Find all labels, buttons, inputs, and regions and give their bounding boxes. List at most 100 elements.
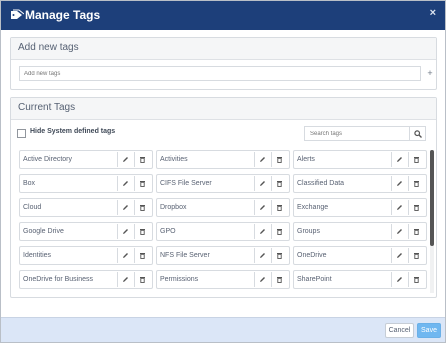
search-icon: [414, 130, 422, 138]
tag-item: OneDrive: [293, 246, 427, 265]
edit-tag-button[interactable]: [117, 152, 133, 167]
modal-header: Manage Tags ×: [1, 1, 445, 30]
current-tags-heading: Current Tags: [11, 98, 436, 120]
delete-tag-button[interactable]: [134, 152, 150, 167]
pencil-icon: [123, 277, 128, 282]
delete-tag-button[interactable]: [271, 200, 287, 215]
pencil-icon: [260, 229, 265, 234]
edit-tag-button[interactable]: [391, 272, 407, 287]
pencil-icon: [397, 253, 402, 258]
tag-name: Classified Data: [297, 180, 345, 187]
add-new-tags-heading: Add new tags: [11, 38, 436, 60]
delete-tag-button[interactable]: [408, 176, 424, 191]
current-tags-panel: Current Tags Hide System defined tags Ac…: [10, 97, 437, 298]
tag-item: Identities: [19, 246, 153, 265]
delete-tag-button[interactable]: [271, 248, 287, 263]
edit-tag-button[interactable]: [254, 200, 270, 215]
delete-tag-button[interactable]: [134, 224, 150, 239]
trash-icon: [140, 181, 145, 187]
pencil-icon: [260, 157, 265, 162]
delete-tag-button[interactable]: [134, 200, 150, 215]
edit-tag-button[interactable]: [254, 176, 270, 191]
tag-item: Active Directory: [19, 150, 153, 169]
scrollbar-thumb[interactable]: [430, 150, 434, 246]
tag-name: Activities: [160, 156, 188, 163]
search-tags-input[interactable]: [304, 126, 410, 141]
delete-tag-button[interactable]: [134, 272, 150, 287]
hide-system-tags-label: Hide System defined tags: [30, 128, 116, 135]
delete-tag-button[interactable]: [408, 200, 424, 215]
edit-tag-button[interactable]: [391, 248, 407, 263]
trash-icon: [277, 157, 282, 163]
tags-scrollbar[interactable]: [430, 150, 434, 293]
close-icon[interactable]: ×: [430, 7, 436, 19]
tag-name: GPO: [160, 228, 176, 235]
tag-item: Groups: [293, 222, 427, 241]
edit-tag-button[interactable]: [254, 152, 270, 167]
pencil-icon: [397, 181, 402, 186]
pencil-icon: [260, 253, 265, 258]
edit-tag-button[interactable]: [391, 152, 407, 167]
search-button[interactable]: [410, 126, 426, 141]
delete-tag-button[interactable]: [408, 248, 424, 263]
tag-name: Active Directory: [23, 156, 73, 163]
modal-footer: Cancel Save: [1, 317, 445, 342]
cancel-button[interactable]: Cancel: [385, 323, 414, 338]
pencil-icon: [260, 205, 265, 210]
tag-item: GPO: [156, 222, 290, 241]
trash-icon: [140, 277, 145, 283]
trash-icon: [414, 205, 419, 211]
tag-name: OneDrive: [297, 252, 327, 259]
edit-tag-button[interactable]: [117, 224, 133, 239]
tag-item: Alerts: [293, 150, 427, 169]
edit-tag-button[interactable]: [391, 200, 407, 215]
edit-tag-button[interactable]: [117, 248, 133, 263]
tag-item: Exchange: [293, 198, 427, 217]
plus-icon[interactable]: +: [425, 66, 435, 81]
tag-name: Dropbox: [160, 204, 187, 211]
tag-name: Box: [23, 180, 36, 187]
delete-tag-button[interactable]: [408, 224, 424, 239]
tag-name: OneDrive for Business: [23, 276, 94, 283]
add-tag-row: +: [19, 66, 435, 82]
delete-tag-button[interactable]: [271, 224, 287, 239]
tag-name: Alerts: [297, 156, 315, 163]
trash-icon: [277, 181, 282, 187]
tag-name: SharePoint: [297, 276, 332, 283]
delete-tag-button[interactable]: [134, 176, 150, 191]
edit-tag-button[interactable]: [254, 272, 270, 287]
pencil-icon: [397, 157, 402, 162]
tags-grid: Active Directory Activities Alerts Box CIFS …: [19, 150, 427, 293]
delete-tag-button[interactable]: [408, 272, 424, 287]
edit-tag-button[interactable]: [254, 224, 270, 239]
pencil-icon: [260, 181, 265, 186]
trash-icon: [414, 229, 419, 235]
save-button[interactable]: Save: [417, 323, 441, 338]
edit-tag-button[interactable]: [254, 248, 270, 263]
edit-tag-button[interactable]: [117, 176, 133, 191]
delete-tag-button[interactable]: [271, 176, 287, 191]
delete-tag-button[interactable]: [408, 152, 424, 167]
edit-tag-button[interactable]: [391, 176, 407, 191]
trash-icon: [414, 157, 419, 163]
trash-icon: [277, 229, 282, 235]
edit-tag-button[interactable]: [117, 272, 133, 287]
tag-item: Permissions: [156, 270, 290, 289]
tag-icon: [11, 9, 24, 19]
tag-name: CIFS File Server: [160, 180, 212, 187]
tag-item: Cloud: [19, 198, 153, 217]
trash-icon: [414, 181, 419, 187]
trash-icon: [277, 277, 282, 283]
modal-title: Manage Tags: [25, 8, 101, 22]
delete-tag-button[interactable]: [271, 152, 287, 167]
edit-tag-button[interactable]: [391, 224, 407, 239]
edit-tag-button[interactable]: [117, 200, 133, 215]
pencil-icon: [123, 229, 128, 234]
delete-tag-button[interactable]: [134, 248, 150, 263]
trash-icon: [140, 253, 145, 259]
tag-item: CIFS File Server: [156, 174, 290, 193]
hide-system-tags-checkbox[interactable]: [17, 129, 26, 138]
add-tag-input[interactable]: [19, 66, 421, 81]
tag-item: OneDrive for Business: [19, 270, 153, 289]
delete-tag-button[interactable]: [271, 272, 287, 287]
